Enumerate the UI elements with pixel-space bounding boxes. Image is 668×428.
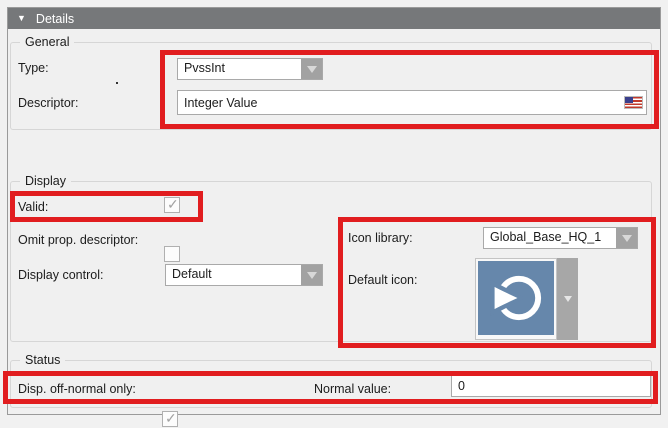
icon-library-label: Icon library: — [348, 230, 413, 246]
default-icon-dropdown-button[interactable] — [557, 258, 578, 340]
icon-library-combobox[interactable]: Global_Base_HQ_1 — [483, 227, 638, 249]
type-combobox-value: PvssInt — [178, 59, 301, 79]
display-group-label: Display — [20, 174, 71, 189]
stray-dot — [116, 82, 118, 84]
us-flag-icon[interactable] — [625, 97, 642, 108]
descriptor-label: Descriptor: — [18, 95, 78, 111]
panel-title: Details — [36, 12, 74, 26]
normal-value-label: Normal value: — [314, 381, 391, 397]
omit-prop-descriptor-checkbox[interactable] — [164, 246, 180, 262]
descriptor-input-value: Integer Value — [184, 96, 625, 110]
default-icon-label: Default icon: — [348, 272, 417, 288]
chevron-down-icon — [307, 66, 317, 73]
default-icon-picker[interactable] — [475, 258, 578, 340]
disp-off-normal-only-checkbox[interactable]: ✓ — [162, 411, 178, 427]
type-combobox[interactable]: PvssInt — [177, 58, 323, 80]
default-icon-button[interactable] — [475, 258, 557, 340]
status-group-label: Status — [20, 353, 65, 368]
general-groupbox: General — [10, 42, 652, 130]
chevron-down-icon — [564, 296, 572, 302]
valid-checkbox[interactable]: ✓ — [164, 197, 180, 213]
valid-label: Valid: — [18, 199, 48, 215]
disp-off-normal-only-label: Disp. off-normal only: — [18, 381, 136, 397]
circular-arrow-icon — [478, 261, 554, 335]
omit-prop-descriptor-label: Omit prop. descriptor: — [18, 232, 138, 248]
type-label: Type: — [18, 60, 49, 76]
display-control-combobox[interactable]: Default — [165, 264, 323, 286]
general-group-label: General — [20, 35, 74, 50]
display-control-dropdown-button[interactable] — [301, 265, 322, 285]
chevron-down-icon — [307, 272, 317, 279]
icon-library-dropdown-button[interactable] — [616, 228, 637, 248]
collapse-triangle-icon: ▼ — [17, 14, 26, 23]
chevron-down-icon — [622, 235, 632, 242]
display-control-label: Display control: — [18, 267, 103, 283]
type-dropdown-button[interactable] — [301, 59, 322, 79]
check-icon: ✓ — [167, 196, 179, 212]
icon-library-combobox-value: Global_Base_HQ_1 — [484, 228, 616, 248]
details-header[interactable]: ▼ Details — [8, 8, 660, 29]
normal-value-input-value: 0 — [458, 379, 465, 393]
descriptor-input[interactable]: Integer Value — [177, 90, 647, 115]
normal-value-input[interactable]: 0 — [451, 375, 651, 397]
check-icon: ✓ — [165, 410, 177, 426]
display-control-combobox-value: Default — [166, 265, 301, 285]
